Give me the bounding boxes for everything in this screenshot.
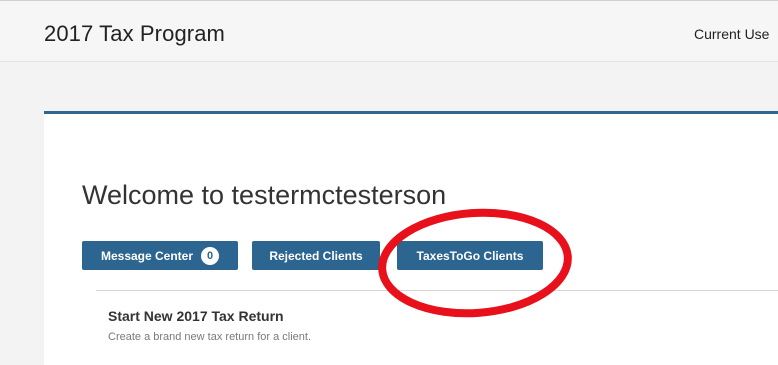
welcome-panel (44, 111, 778, 365)
welcome-heading: Welcome to testermctesterson (82, 180, 447, 210)
start-new-return-link[interactable]: Start New 2017 Tax Return (108, 308, 284, 324)
message-center-button[interactable]: Message Center 0 (82, 241, 238, 270)
rejected-clients-button[interactable]: Rejected Clients (252, 241, 380, 270)
taxestogo-clients-button[interactable]: TaxesToGo Clients (397, 241, 543, 270)
message-center-label: Message Center (100, 248, 194, 263)
taxestogo-clients-label: TaxesToGo Clients (416, 248, 524, 263)
app-title: 2017 Tax Program (44, 21, 225, 46)
start-new-return-description: Create a brand new tax return for a clie… (108, 331, 311, 343)
app-header: 2017 Tax Program Current Use (0, 1, 778, 62)
message-count-badge: 0 (201, 246, 220, 265)
rejected-clients-label: Rejected Clients (269, 248, 363, 263)
section-divider (96, 290, 778, 291)
current-user-label: Current Use (694, 26, 770, 42)
